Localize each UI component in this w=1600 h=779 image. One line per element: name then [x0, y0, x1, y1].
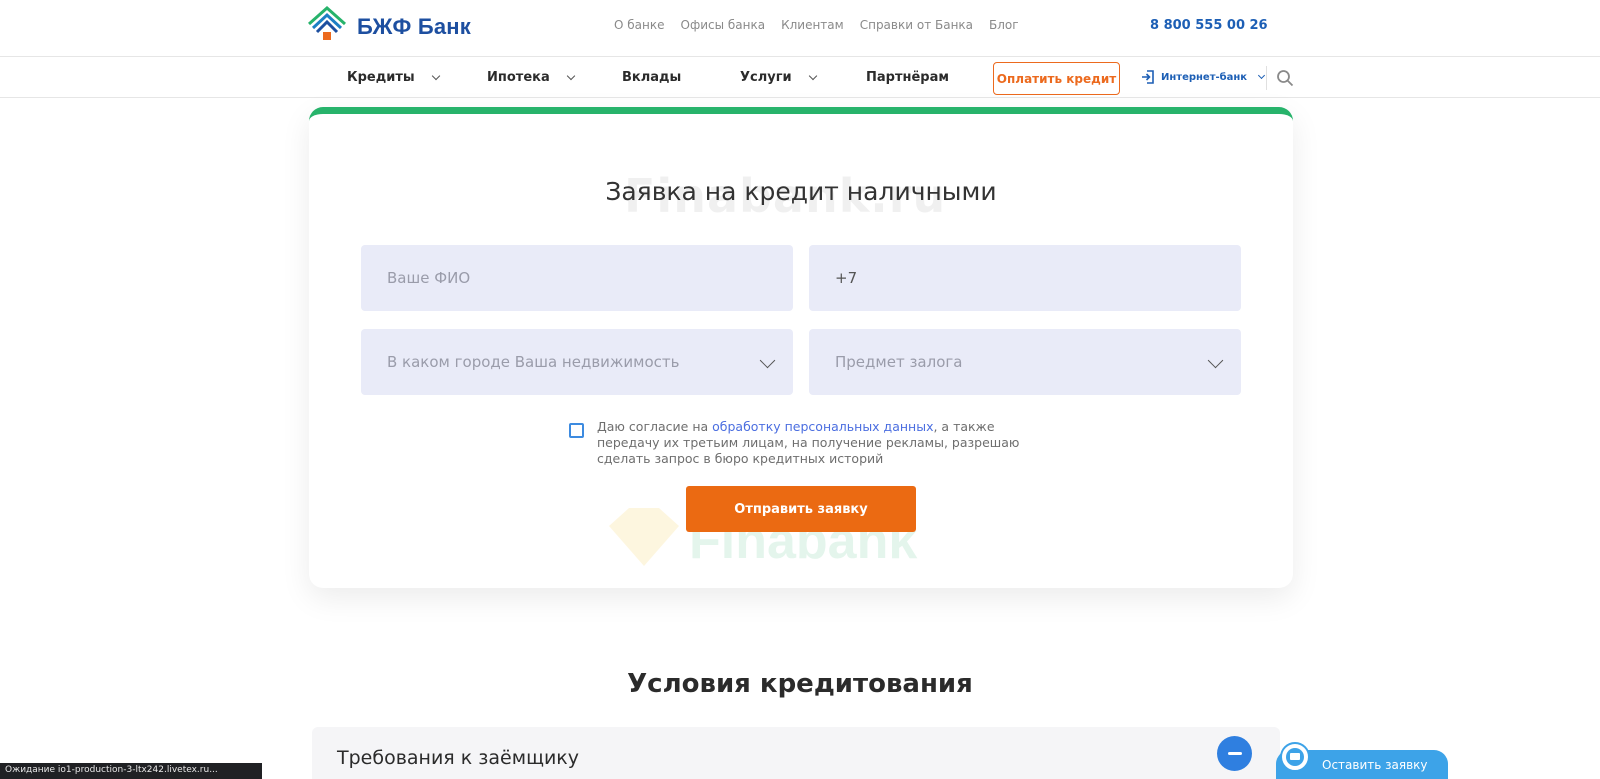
top-link-blog[interactable]: Блог	[989, 18, 1019, 32]
logo-house-icon	[308, 5, 346, 40]
consent-block: Даю согласие на обработку персональных д…	[569, 419, 1029, 467]
nav-deposits-label: Вклады	[622, 70, 682, 85]
nav-mortgage-label: Ипотека	[487, 70, 550, 85]
city-select[interactable]: В каком городе Ваша недвижимость	[361, 329, 793, 395]
consent-checkbox[interactable]	[569, 423, 584, 438]
top-link-certificates[interactable]: Справки от Банка	[860, 18, 973, 32]
chevron-down-icon	[1207, 352, 1224, 369]
logo-text: БЖФ Банк	[357, 14, 471, 39]
credit-application-form: Finabank.ru Заявка на кредит наличными В…	[309, 107, 1293, 588]
conditions-title: Условия кредитования	[627, 669, 973, 699]
nav-services-label: Услуги	[740, 70, 792, 85]
chevron-down-icon	[566, 71, 575, 81]
top-links: О банке Офисы банка Клиентам Справки от …	[614, 18, 1019, 32]
nav-credits-label: Кредиты	[347, 70, 415, 85]
chevron-down-icon	[1258, 71, 1266, 80]
top-bar: БЖФ Банк О банке Офисы банка Клиентам Сп…	[0, 0, 1600, 57]
collapse-icon[interactable]	[1217, 736, 1252, 771]
bank-logo[interactable]: БЖФ Банк	[307, 4, 471, 44]
phone-input[interactable]: +7	[809, 245, 1241, 311]
pay-credit-button[interactable]: Оплатить кредит	[993, 62, 1120, 95]
login-icon	[1142, 70, 1154, 84]
consent-text: Даю согласие на обработку персональных д…	[597, 419, 1029, 467]
submit-application-button[interactable]: Отправить заявку	[686, 486, 916, 532]
main-nav: Кредиты Ипотека Вклады Услуги Партнёрам …	[0, 58, 1600, 98]
form-title: Заявка на кредит наличными	[605, 177, 997, 206]
nav-mortgage[interactable]: Ипотека	[487, 70, 575, 85]
top-link-clients[interactable]: Клиентам	[781, 18, 844, 32]
minus-icon	[1227, 752, 1242, 755]
collateral-select[interactable]: Предмет залога	[809, 329, 1241, 395]
fullname-input[interactable]: Ваше ФИО	[361, 245, 793, 311]
chevron-down-icon	[808, 71, 817, 81]
chevron-down-icon	[431, 71, 440, 81]
internet-bank-label: Интернет-банк	[1161, 71, 1248, 83]
top-link-offices[interactable]: Офисы банка	[681, 18, 766, 32]
chevron-down-icon	[759, 352, 776, 369]
accordion-title: Требования к заёмщику	[337, 747, 580, 769]
chat-icon-inner	[1286, 748, 1304, 766]
collateral-select-placeholder: Предмет залога	[835, 353, 963, 371]
internet-bank-menu[interactable]: Интернет-банк	[1141, 70, 1266, 84]
consent-prefix: Даю согласие на	[597, 419, 713, 434]
nav-divider	[1266, 66, 1267, 90]
city-select-placeholder: В каком городе Ваша недвижимость	[387, 353, 680, 371]
nav-services[interactable]: Услуги	[740, 70, 817, 85]
nav-partners-label: Партнёрам	[866, 70, 949, 85]
browser-status-bar: Ожидание io1-production-3-ltx242.livetex…	[0, 763, 262, 779]
nav-deposits[interactable]: Вклады	[622, 70, 681, 85]
nav-partners[interactable]: Партнёрам	[866, 70, 949, 85]
nav-credits[interactable]: Кредиты	[347, 70, 440, 85]
personal-data-link[interactable]: обработку персональных данных	[712, 419, 933, 434]
search-icon[interactable]	[1276, 69, 1294, 87]
accordion-borrower-requirements[interactable]: Требования к заёмщику	[312, 727, 1280, 779]
top-link-about[interactable]: О банке	[614, 18, 665, 32]
phone-number[interactable]: 8 800 555 00 26	[1150, 18, 1268, 33]
mail-icon[interactable]	[1280, 742, 1310, 772]
